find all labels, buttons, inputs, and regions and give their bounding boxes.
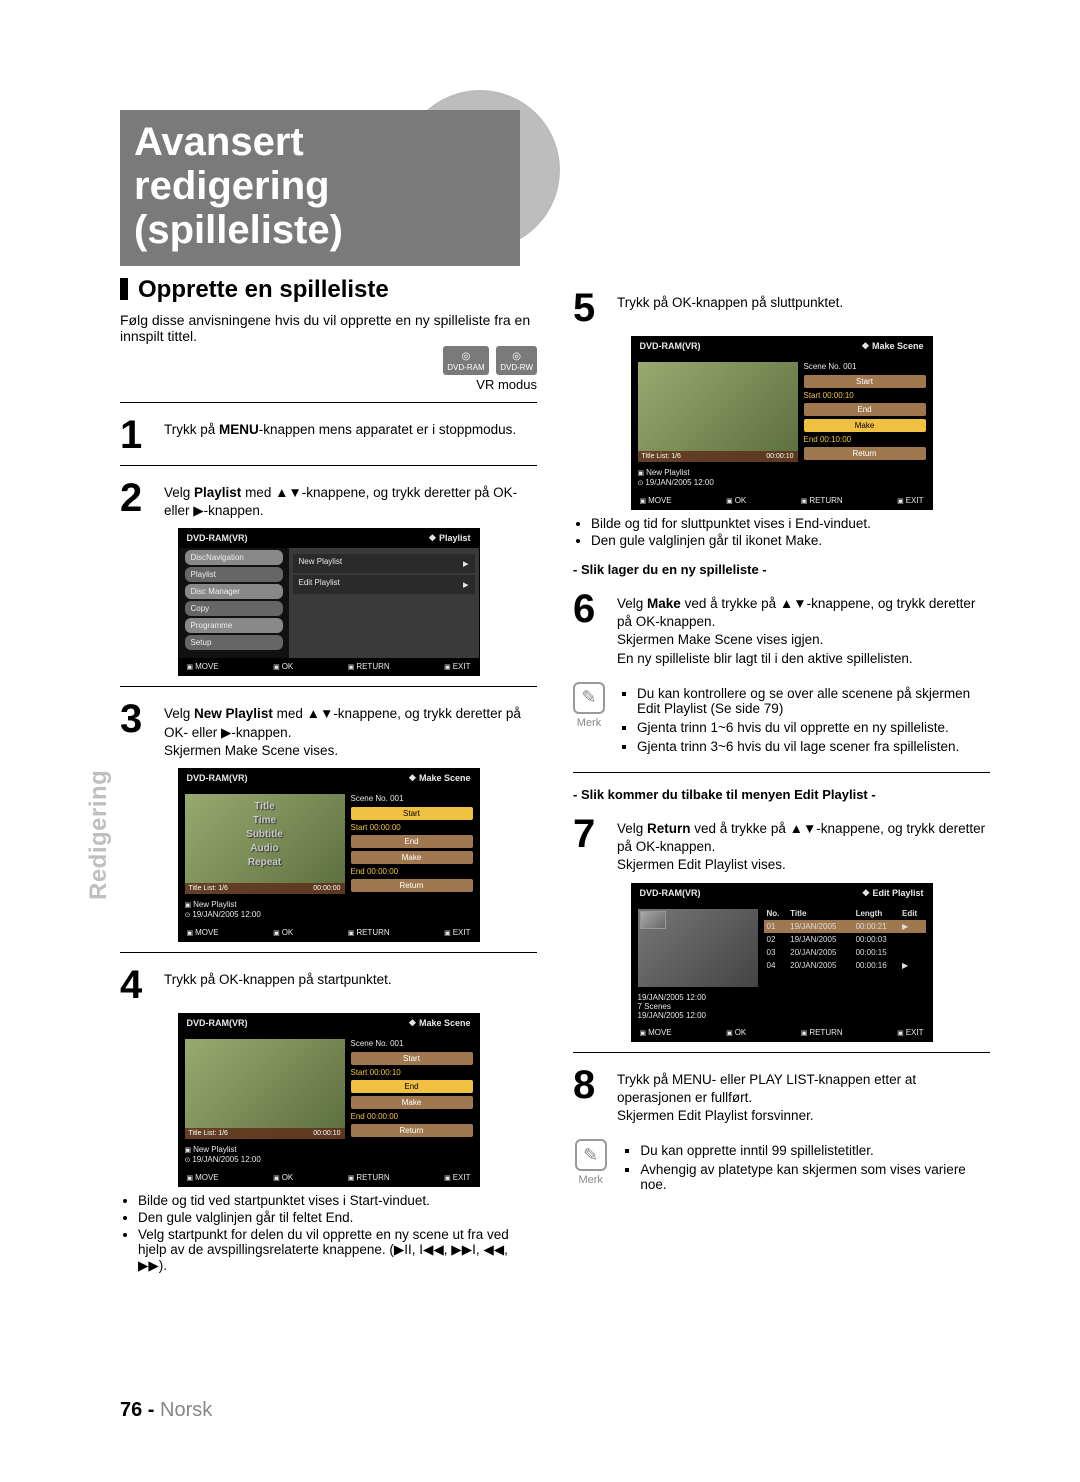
page-number: 76 - Norsk (120, 1399, 212, 1422)
dvd-ram-icon: DVD-RAM (443, 346, 488, 375)
left-column: Opprette en spilleliste Følg disse anvis… (120, 276, 537, 1280)
step-3: 3 Velg New Playlist med ▲▼-knappene, og … (120, 699, 537, 760)
osd-edit-playlist: DVD-RAM(VR)Edit Playlist 19/JAN/2005 12:… (631, 883, 933, 1042)
step-4: 4 Trykk på OK-knappen på startpunktet. (120, 965, 537, 1005)
step-number: 1 (120, 415, 154, 455)
osd-make-scene-initial: DVD-RAM(VR)Make Scene TitleTimeSubtitleA… (178, 768, 480, 942)
step-2: 2 Velg Playlist med ▲▼-knappene, og tryk… (120, 478, 537, 520)
subheading-return-menu: - Slik kommer du tilbake til menyen Edit… (573, 787, 990, 802)
hero-banner: Avansert redigering(spilleliste) (120, 110, 520, 240)
note-block-1: ✎Merk Du kan kontrollere og se over alle… (573, 682, 990, 758)
step5-bullets: Bilde og tid for sluttpunktet vises i En… (591, 516, 990, 548)
step-number: 5 (573, 288, 607, 328)
step-5: 5 Trykk på OK-knappen på sluttpunktet. (573, 288, 990, 328)
step-number: 8 (573, 1065, 607, 1126)
step-number: 6 (573, 589, 607, 668)
disc-type-icons: DVD-RAM DVD-RW (120, 346, 537, 375)
osd-make-scene-start: DVD-RAM(VR)Make Scene Title List: 1/600:… (178, 1013, 480, 1187)
osd-playlist-menu: DVD-RAM(VR)Playlist DiscNavigation Playl… (178, 528, 480, 676)
hero-title: Avansert redigering(spilleliste) (120, 110, 520, 266)
vr-mode-label: VR modus (120, 377, 537, 392)
dvd-rw-icon: DVD-RW (496, 346, 537, 375)
side-tab: Redigering (85, 770, 113, 900)
note-block-2: ✎Merk Du kan opprette inntil 99 spilleli… (573, 1139, 990, 1196)
section-heading: Opprette en spilleliste (120, 276, 537, 304)
step-number: 7 (573, 814, 607, 875)
step-8: 8 Trykk på MENU- eller PLAY LIST-knappen… (573, 1065, 990, 1126)
note-icon: ✎ (575, 1139, 607, 1171)
step-7: 7 Velg Return ved å trykke på ▲▼-knappen… (573, 814, 990, 875)
subheading-new-playlist: - Slik lager du en ny spilleliste - (573, 562, 990, 577)
section-lead: Følg disse anvisningene hvis du vil oppr… (120, 312, 537, 344)
step-1: 1 Trykk på MENU-knappen mens apparatet e… (120, 415, 537, 455)
step-number: 4 (120, 965, 154, 1005)
step4-bullets: Bilde og tid ved startpunktet vises i St… (138, 1193, 537, 1274)
step-6: 6 Velg Make ved å trykke på ▲▼-knappene,… (573, 589, 990, 668)
step-number: 3 (120, 699, 154, 760)
note-icon: ✎ (573, 682, 605, 714)
step-number: 2 (120, 478, 154, 520)
right-column: 5 Trykk på OK-knappen på sluttpunktet. D… (573, 276, 990, 1280)
osd-make-scene-end: DVD-RAM(VR)Make Scene Title List: 1/600:… (631, 336, 933, 510)
